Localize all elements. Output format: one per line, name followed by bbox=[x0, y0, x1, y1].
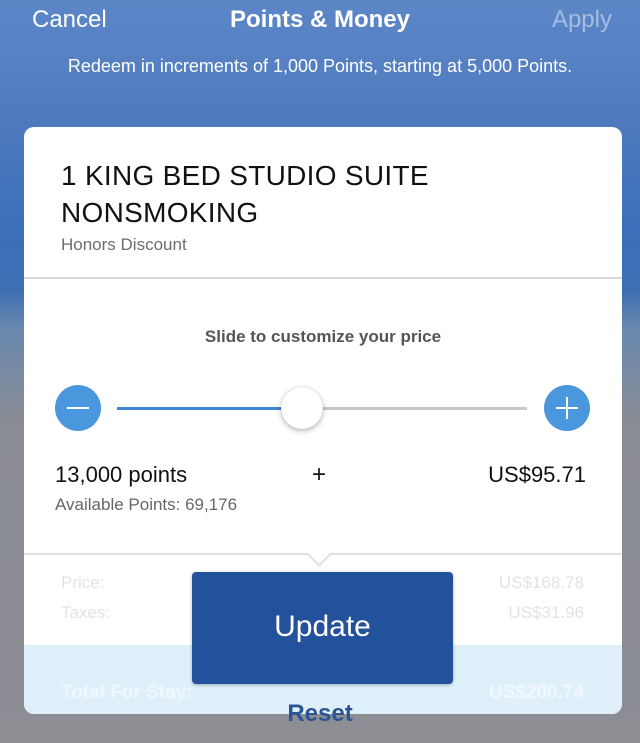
money-amount: US$95.71 bbox=[488, 462, 586, 487]
available-points: Available Points: 69,176 bbox=[55, 495, 238, 514]
page-title: Points & Money bbox=[229, 6, 410, 33]
decrease-points-button[interactable] bbox=[55, 385, 101, 431]
room-title: 1 KING BED STUDIO SUITE NONSMOKING bbox=[61, 160, 429, 228]
divider-notch bbox=[306, 541, 332, 567]
price-value: US$168.78 bbox=[498, 573, 584, 592]
divider bbox=[24, 277, 622, 279]
slider-fill bbox=[117, 407, 302, 410]
slider-thumb[interactable] bbox=[280, 387, 323, 429]
nav-bar: Cancel Points & Money Apply bbox=[0, 0, 640, 48]
reset-button[interactable]: Reset bbox=[0, 700, 640, 728]
apply-button[interactable]: Apply bbox=[552, 6, 612, 34]
increase-points-button[interactable] bbox=[544, 385, 590, 431]
slider-hint: Slide to customize your price bbox=[204, 327, 442, 346]
minus-icon bbox=[67, 407, 89, 409]
points-amount: 13,000 points bbox=[55, 462, 188, 487]
taxes-label: Taxes: bbox=[61, 603, 111, 622]
update-button-label: Update bbox=[274, 610, 371, 643]
price-label: Price: bbox=[61, 573, 105, 592]
taxes-value: US$31.96 bbox=[508, 603, 584, 622]
redeem-info-text: Redeem in increments of 1,000 Points, st… bbox=[67, 56, 573, 76]
plus-separator: + bbox=[312, 461, 327, 488]
update-button[interactable]: Update bbox=[192, 572, 453, 684]
rate-name: Honors Discount bbox=[61, 235, 187, 254]
